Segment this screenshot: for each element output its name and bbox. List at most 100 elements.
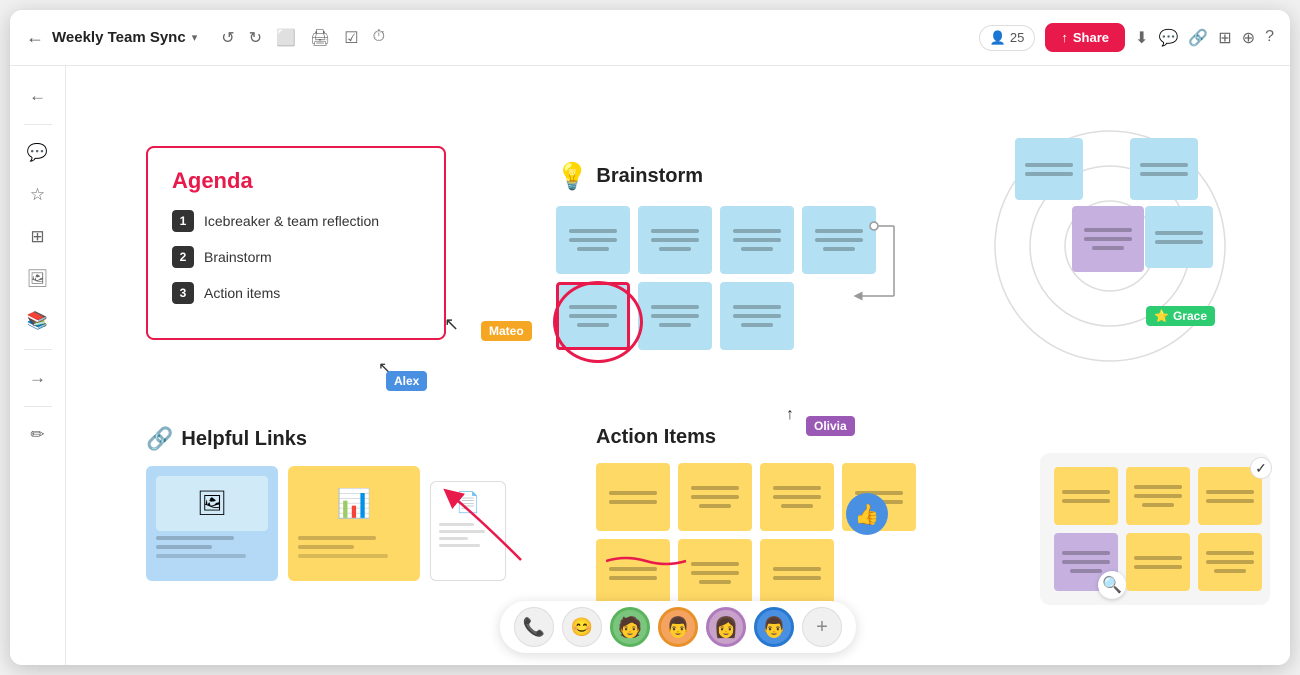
agenda-item-2: 2 Brainstorm (172, 246, 420, 268)
action-sticky[interactable] (678, 539, 752, 607)
share-label: Share (1073, 30, 1109, 45)
action-items-title-text: Action Items (596, 426, 716, 449)
user-count-number: 25 (1010, 30, 1024, 45)
sidebar-pen-icon[interactable]: ✏ (20, 417, 56, 453)
chat-icon[interactable]: 💬 (1158, 28, 1178, 48)
circle-sticky-1[interactable] (1015, 138, 1083, 200)
brainstorm-title-text: Brainstorm (596, 165, 703, 188)
help-icon[interactable]: ? (1265, 28, 1274, 48)
empty-action-cell (842, 539, 916, 607)
sidebar-grid-icon[interactable]: ⊞ (20, 219, 56, 255)
share-upload-icon: ↑ (1061, 30, 1068, 45)
avatar-3[interactable]: 👩 (706, 607, 746, 647)
agenda-num-2: 2 (172, 246, 194, 268)
cursor-label-mateo: Mateo (481, 321, 532, 341)
emoji-button[interactable]: 😊 (562, 607, 602, 647)
helpful-links-section: 🔗 Helpful Links 🖼 (146, 426, 506, 581)
panel-sticky-purple[interactable]: 🔍 (1054, 533, 1118, 591)
brainstorm-title: 💡 Brainstorm (556, 161, 926, 192)
panel-sticky-1[interactable] (1054, 467, 1118, 525)
topbar-action-icons: ⬇ 💬 🔗 ⊞ ⊕ ? (1135, 28, 1274, 48)
grid-view-icon[interactable]: ⊞ (1218, 28, 1231, 48)
user-icon: 👤 (990, 30, 1006, 46)
canvas[interactable]: Agenda 1 Icebreaker & team reflection 2 … (66, 66, 1290, 665)
sticky-note[interactable] (720, 206, 794, 274)
sticky-with-connector (802, 206, 876, 274)
link-icon[interactable]: 🔗 (1188, 28, 1208, 48)
topbar-left: ← Weekly Team Sync ▾ ↺ ↻ ⬜ 🖨 ☑ ⏱ (26, 27, 967, 48)
action-sticky[interactable] (678, 463, 752, 531)
avatar-4[interactable]: 👨 (754, 607, 794, 647)
left-sidebar: ← 💬 ☆ ⊞ 🖼 📚 → ✏ (10, 66, 66, 665)
agenda-num-3: 3 (172, 282, 194, 304)
action-sticky[interactable] (760, 539, 834, 607)
helpful-links-title-text: Helpful Links (181, 428, 307, 451)
sticky-note[interactable] (802, 206, 876, 274)
topbar: ← Weekly Team Sync ▾ ↺ ↻ ⬜ 🖨 ☑ ⏱ 👤 25 ↑ … (10, 10, 1290, 66)
agenda-title: Agenda (172, 168, 420, 194)
toolbar-icons: ↺ ↻ ⬜ 🖨 ☑ ⏱ (221, 28, 385, 48)
sticky-note[interactable] (638, 206, 712, 274)
pink-arrow-svg (461, 490, 541, 570)
action-sticky[interactable] (760, 463, 834, 531)
action-grid (596, 463, 936, 607)
timer-icon[interactable]: ⏱ (373, 28, 385, 48)
bottom-right-panel: ✓ 🔍 (1040, 453, 1270, 605)
cursor-olivia-arrow: ↑ (786, 406, 794, 424)
panel-sticky-4[interactable] (1126, 533, 1190, 591)
back-icon[interactable]: ← (26, 27, 44, 48)
agenda-item-3: 3 Action items (172, 282, 420, 304)
zoom-icon[interactable]: 🔍 (1098, 571, 1126, 599)
topbar-right: 👤 25 ↑ Share ⬇ 💬 🔗 ⊞ ⊕ ? (979, 23, 1274, 52)
red-scribble-svg (606, 553, 696, 567)
link-card-blue[interactable]: 🖼 (146, 466, 278, 581)
checkmark-icon: ✓ (1250, 457, 1272, 479)
sticky-note-highlighted[interactable] (556, 282, 630, 350)
sticky-note[interactable] (720, 282, 794, 350)
sidebar-divider-3 (24, 406, 52, 407)
dropdown-arrow[interactable]: ▾ (192, 31, 198, 44)
share-button[interactable]: ↑ Share (1045, 23, 1125, 52)
avatar-2[interactable]: 👨 (658, 607, 698, 647)
sidebar-library-icon[interactable]: 📚 (20, 303, 56, 339)
panel-sticky-3[interactable]: ✓ (1198, 467, 1262, 525)
phone-button[interactable]: 📞 (514, 607, 554, 647)
avatar-1[interactable]: 🧑 (610, 607, 650, 647)
frame-icon[interactable]: ⬜ (276, 28, 296, 48)
cursor-mateo-arrow: ↖ (444, 314, 459, 335)
title-group: Weekly Team Sync ▾ (52, 29, 197, 46)
sidebar-comments-icon[interactable]: 💬 (20, 135, 56, 171)
redo-icon[interactable]: ↻ (249, 28, 262, 48)
bulb-icon: 💡 (556, 161, 588, 192)
circle-sticky-blue-2[interactable] (1145, 206, 1213, 268)
print-icon[interactable]: 🖨 (310, 28, 330, 48)
sticky-note[interactable] (638, 282, 712, 350)
action-sticky[interactable] (596, 539, 670, 607)
connector-svg (874, 216, 924, 306)
link-card-yellow[interactable]: 📊 (288, 466, 420, 581)
task-icon[interactable]: ☑ (344, 28, 358, 48)
add-user-button[interactable]: + (802, 607, 842, 647)
circle-sticky-2[interactable] (1130, 138, 1198, 200)
undo-icon[interactable]: ↺ (221, 28, 234, 48)
thumbs-up-reaction[interactable]: 👍 (846, 493, 888, 535)
star-icon: ⭐ (1154, 309, 1169, 323)
panel-sticky-5[interactable] (1198, 533, 1262, 591)
sidebar-back-icon[interactable]: ← (20, 78, 56, 114)
panel-sticky-2[interactable] (1126, 467, 1190, 525)
links-row: 🖼 📊 (146, 466, 506, 581)
sidebar-star-icon[interactable]: ☆ (20, 177, 56, 213)
agenda-text-2: Brainstorm (204, 249, 272, 265)
brainstorm-section: 💡 Brainstorm (556, 161, 926, 350)
user-count-badge: 👤 25 (979, 25, 1036, 51)
sidebar-image-icon[interactable]: 🖼 (20, 261, 56, 297)
bottom-bar: 📞 😊 🧑 👨 👩 👨 + (500, 601, 856, 653)
sticky-note[interactable] (556, 206, 630, 274)
download-icon[interactable]: ⬇ (1135, 28, 1148, 48)
circle-sticky-purple[interactable] (1072, 206, 1144, 272)
agenda-text-1: Icebreaker & team reflection (204, 213, 379, 229)
app-window: ← Weekly Team Sync ▾ ↺ ↻ ⬜ 🖨 ☑ ⏱ 👤 25 ↑ … (10, 10, 1290, 665)
sidebar-export-icon[interactable]: → (20, 360, 56, 396)
zoom-in-icon[interactable]: ⊕ (1242, 28, 1255, 48)
action-sticky[interactable] (596, 463, 670, 531)
